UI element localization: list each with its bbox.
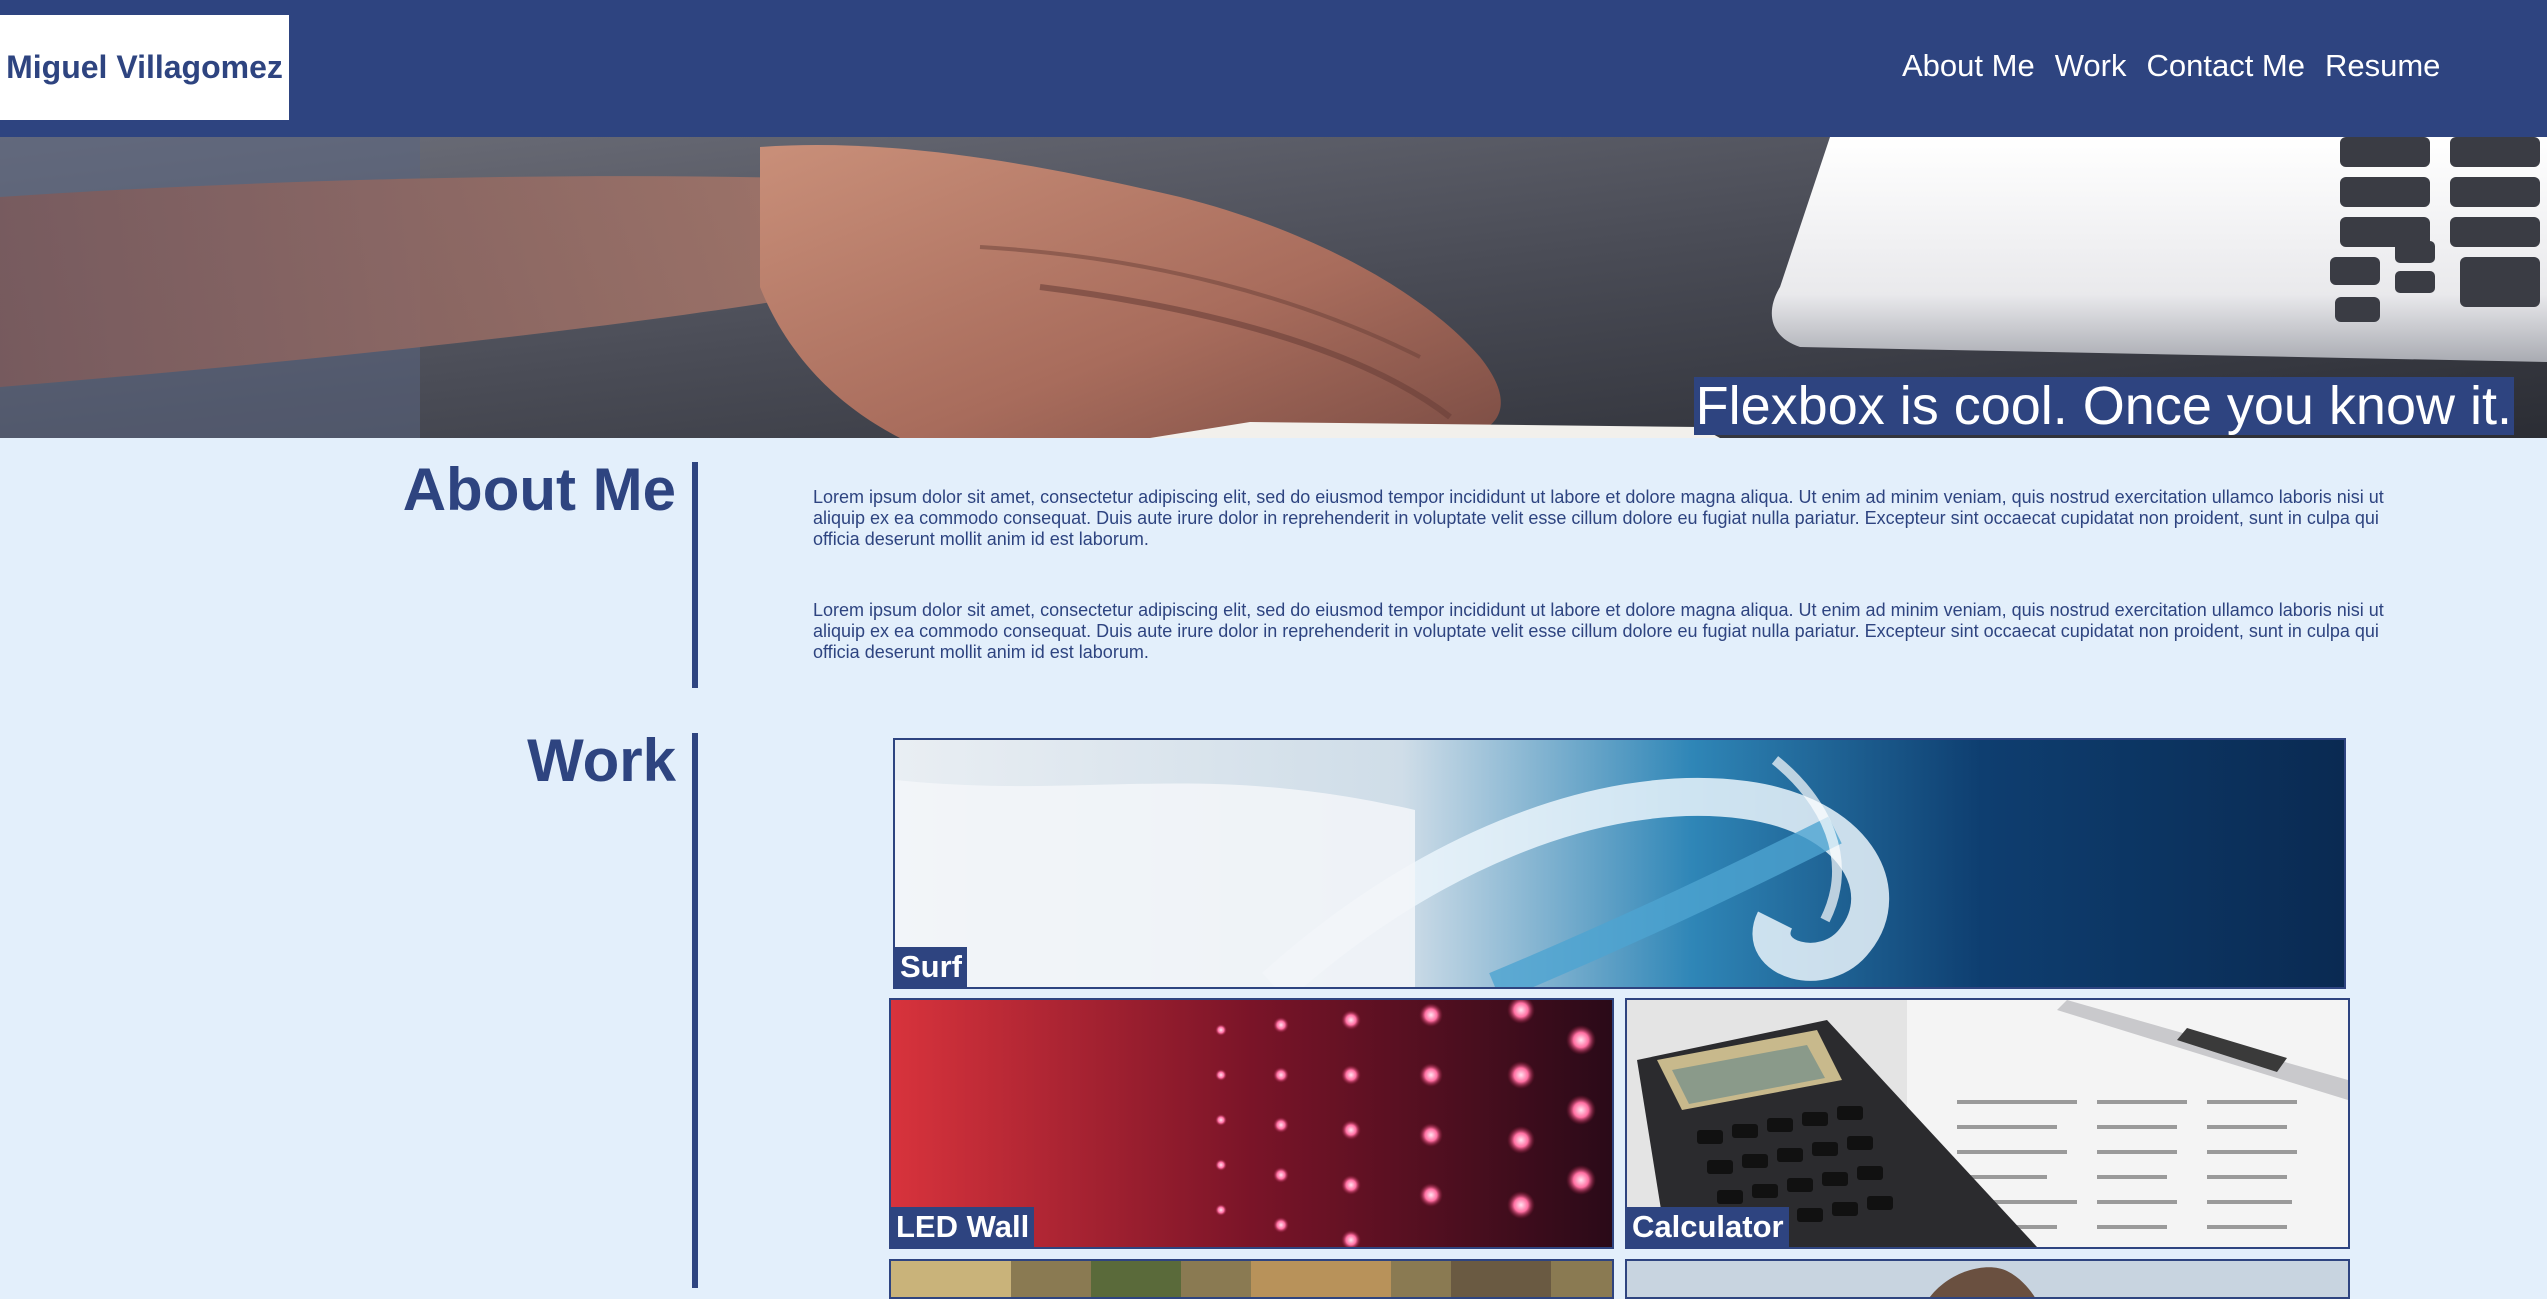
work-divider <box>692 733 698 1288</box>
tile-label-led-wall[interactable]: LED Wall <box>891 1207 1035 1247</box>
hero-caption: Flexbox is cool. Once you know it. <box>1693 376 2514 436</box>
nav-link-resume[interactable]: Resume <box>2325 48 2440 84</box>
partial-tile-image-left <box>891 1261 1612 1297</box>
surf-image <box>895 740 2344 987</box>
work-heading: Work <box>527 727 676 794</box>
tile-label-surf[interactable]: Surf <box>895 947 967 987</box>
work-tile-led-wall[interactable]: LED Wall <box>889 998 1614 1249</box>
nav-link-about-me[interactable]: About Me <box>1902 48 2035 84</box>
about-divider <box>692 462 698 688</box>
hero-banner: Flexbox is cool. Once you know it. <box>0 137 2547 438</box>
tile-label-calculator[interactable]: Calculator <box>1627 1207 1789 1247</box>
main-nav: About Me Work Contact Me Resume <box>1902 48 2440 84</box>
site-header: Miguel Villagomez About Me Work Contact … <box>0 0 2547 137</box>
about-paragraph-1: Lorem ipsum dolor sit amet, consectetur … <box>813 487 2384 549</box>
nav-link-contact-me[interactable]: Contact Me <box>2146 48 2305 84</box>
logo-text[interactable]: Miguel Villagomez <box>6 49 283 86</box>
nav-link-work[interactable]: Work <box>2055 48 2127 84</box>
work-tile-partial-right[interactable] <box>1625 1259 2350 1299</box>
work-tile-calculator[interactable]: Calculator <box>1625 998 2350 1249</box>
about-paragraph-2: Lorem ipsum dolor sit amet, consectetur … <box>813 600 2384 662</box>
about-heading: About Me <box>402 456 676 523</box>
partial-tile-image-right <box>1627 1261 2348 1297</box>
logo[interactable]: Miguel Villagomez <box>0 15 289 120</box>
work-tile-partial-left[interactable] <box>889 1259 1614 1299</box>
work-tile-surf[interactable]: Surf <box>893 738 2346 989</box>
